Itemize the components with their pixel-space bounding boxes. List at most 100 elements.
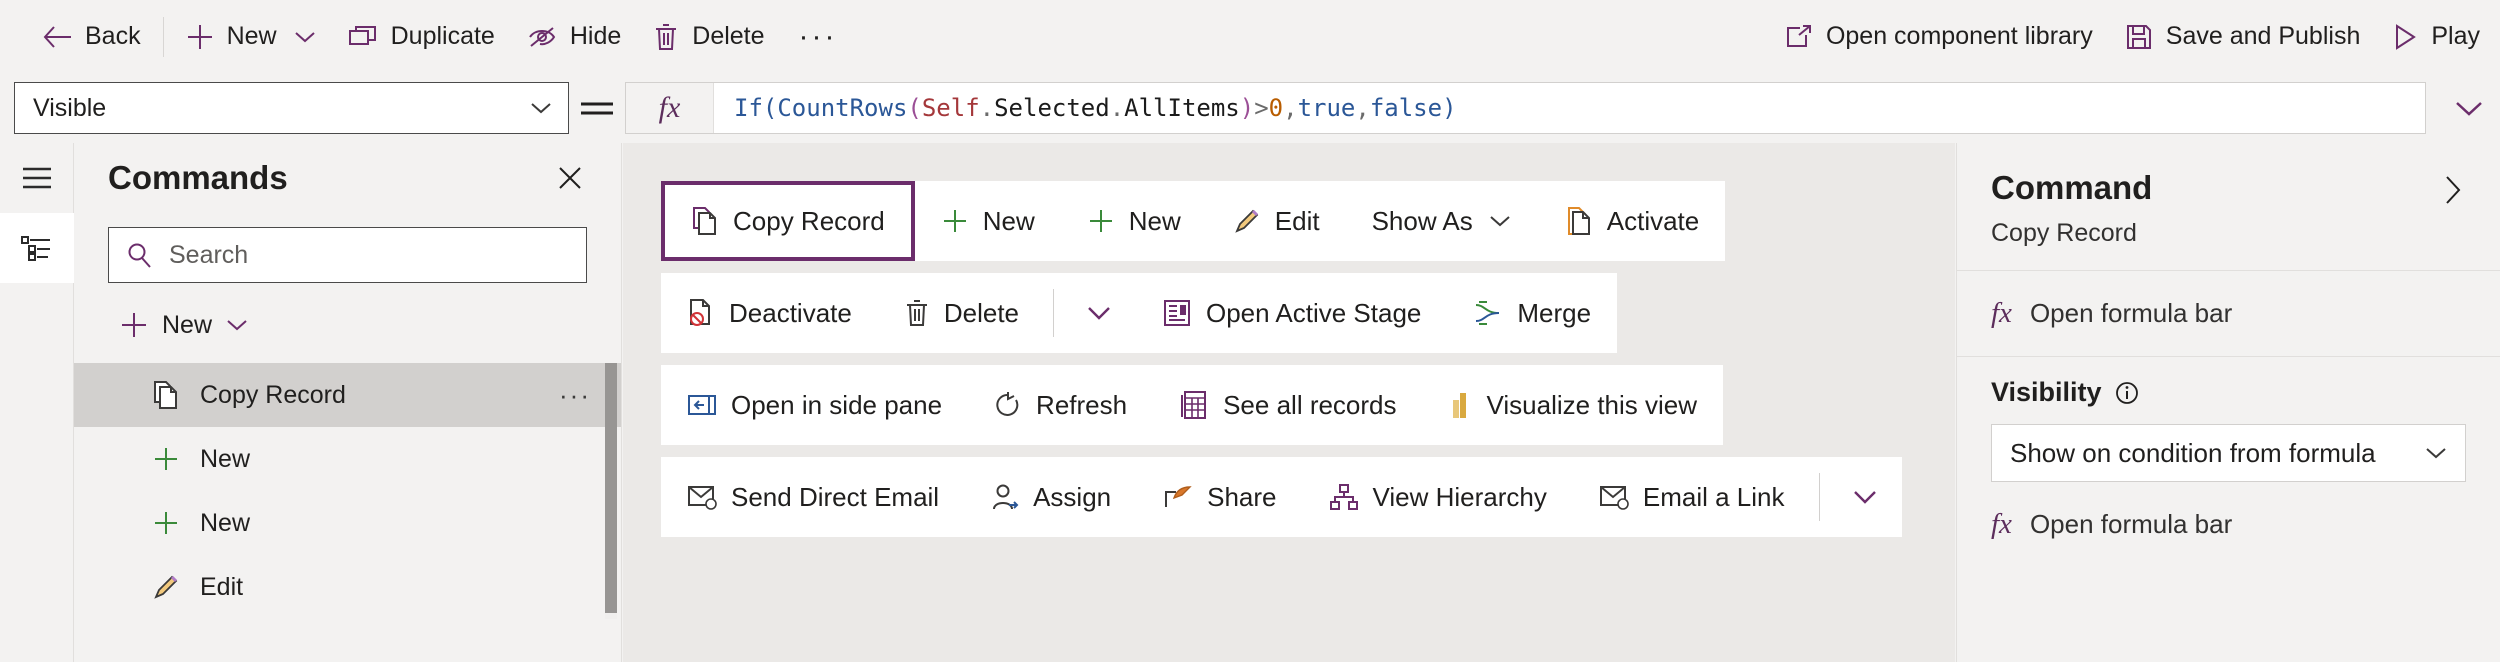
visibility-group: Visibility Show on condition from formul… bbox=[1957, 357, 2500, 482]
canvas-command-bar-row-2: Deactivate Delete Open Active Stage Merg… bbox=[661, 273, 1618, 353]
canvas-row4-overflow-chevron[interactable] bbox=[1828, 457, 1902, 537]
hide-button[interactable]: Hide bbox=[511, 9, 637, 65]
canvas-row2-overflow-chevron[interactable] bbox=[1062, 273, 1136, 353]
top-bar-right-group: Open component library Save and Publish … bbox=[1769, 9, 2500, 65]
canvas-see-all-records-button[interactable]: See all records bbox=[1153, 365, 1422, 445]
property-select-value: Visible bbox=[33, 93, 107, 122]
duplicate-icon bbox=[348, 24, 378, 50]
close-icon[interactable] bbox=[547, 155, 593, 201]
search-icon bbox=[125, 241, 153, 269]
deactivate-icon bbox=[687, 298, 715, 328]
properties-panel-header: Command bbox=[1957, 143, 2500, 211]
search-input-placeholder: Search bbox=[169, 240, 249, 269]
canvas-merge-button[interactable]: Merge bbox=[1447, 273, 1617, 353]
more-options-button[interactable]: ··· bbox=[781, 9, 856, 65]
play-button[interactable]: Play bbox=[2376, 9, 2496, 65]
toolbar-divider bbox=[162, 16, 164, 57]
canvas-delete-button[interactable]: Delete bbox=[878, 273, 1045, 353]
assign-person-icon bbox=[991, 483, 1019, 511]
duplicate-button[interactable]: Duplicate bbox=[332, 9, 511, 65]
canvas-activate-label: Activate bbox=[1606, 205, 1700, 236]
trash-icon bbox=[653, 23, 679, 51]
side-pane-icon bbox=[687, 393, 717, 417]
canvas-refresh-button[interactable]: Refresh bbox=[968, 365, 1153, 445]
delete-button[interactable]: Delete bbox=[637, 9, 780, 65]
property-select[interactable]: Visible bbox=[14, 82, 569, 134]
play-triangle-icon bbox=[2392, 23, 2418, 51]
visibility-open-formula-bar-label: Open formula bar bbox=[2029, 509, 2233, 539]
copy-record-icon bbox=[691, 206, 719, 236]
canvas-edit-button[interactable]: Edit bbox=[1207, 181, 1346, 261]
tree-view-icon[interactable] bbox=[0, 213, 74, 283]
visualize-chart-icon bbox=[1449, 390, 1473, 420]
play-button-label: Play bbox=[2431, 22, 2480, 50]
new-button[interactable]: New bbox=[170, 9, 332, 65]
share-icon bbox=[1163, 484, 1193, 510]
chevron-down-icon bbox=[528, 100, 554, 116]
open-component-library-button[interactable]: Open component library bbox=[1769, 9, 2109, 65]
canvas-open-in-side-pane-label: Open in side pane bbox=[731, 389, 943, 420]
canvas-deactivate-label: Deactivate bbox=[729, 297, 852, 328]
visibility-label-row: Visibility bbox=[1991, 377, 2466, 408]
hamburger-menu-icon[interactable] bbox=[0, 143, 74, 213]
canvas-command-bar-row-4: Send Direct Email Assign Share View Hier… bbox=[661, 457, 1902, 537]
canvas-show-as-button[interactable]: Show As bbox=[1346, 181, 1539, 261]
panel-new-command-button[interactable]: New bbox=[108, 299, 260, 351]
commands-list-scrollbar-thumb[interactable] bbox=[605, 363, 617, 613]
canvas-assign-button[interactable]: Assign bbox=[965, 457, 1137, 537]
list-item[interactable]: New bbox=[74, 491, 621, 555]
action-open-formula-bar-label: Open formula bar bbox=[2029, 298, 2233, 328]
canvas-row2-divider bbox=[1053, 289, 1054, 337]
formula-bar-expand-button[interactable] bbox=[2438, 98, 2500, 118]
info-icon[interactable] bbox=[2114, 380, 2140, 406]
plus-green-icon bbox=[1087, 207, 1115, 235]
canvas-email-a-link-button[interactable]: Email a Link bbox=[1573, 457, 1811, 537]
chevron-right-icon[interactable] bbox=[2436, 169, 2470, 211]
save-disk-icon bbox=[2125, 23, 2153, 51]
canvas-share-button[interactable]: Share bbox=[1137, 457, 1302, 537]
fx-icon: fx bbox=[1991, 297, 2012, 329]
list-item[interactable]: Edit bbox=[74, 555, 621, 619]
list-item-label: New bbox=[200, 508, 251, 537]
back-button[interactable]: Back bbox=[26, 9, 157, 65]
formula-input-box[interactable]: fx If(CountRows(Self. Selected. AllItems) >… bbox=[625, 82, 2426, 134]
canvas-open-active-stage-label: Open Active Stage bbox=[1206, 297, 1422, 328]
visibility-select[interactable]: Show on condition from formula bbox=[1991, 424, 2466, 482]
back-arrow-icon bbox=[42, 24, 72, 50]
canvas-new-button-2[interactable]: New bbox=[1061, 181, 1207, 261]
canvas-command-bar-row-3: Open in side pane Refresh See all record… bbox=[661, 365, 1724, 445]
canvas-copy-record-button[interactable]: Copy Record bbox=[661, 181, 915, 261]
visibility-open-formula-bar-button[interactable]: fx Open formula bar bbox=[1957, 482, 2500, 567]
canvas-activate-button[interactable]: Activate bbox=[1539, 181, 1726, 261]
chevron-down-icon bbox=[1487, 213, 1513, 229]
plus-icon bbox=[186, 23, 214, 51]
left-icon-rail bbox=[0, 143, 74, 662]
panel-new-command-label: New bbox=[162, 310, 213, 339]
top-command-bar: Back New Duplicate Hide Delete ··· Open … bbox=[0, 0, 2500, 73]
chevron-down-icon bbox=[2423, 445, 2449, 461]
merge-icon bbox=[1473, 299, 1503, 327]
canvas-deactivate-button[interactable]: Deactivate bbox=[661, 273, 878, 353]
canvas-new-label-2: New bbox=[1128, 205, 1181, 236]
copy-record-icon bbox=[152, 380, 180, 410]
list-item[interactable]: Copy Record ··· bbox=[74, 363, 621, 427]
list-item-more-icon[interactable]: ··· bbox=[559, 380, 591, 411]
formula-bar-row: Visible fx If(CountRows(Self. Selected. Al… bbox=[0, 73, 2500, 143]
canvas-row4-divider bbox=[1818, 473, 1820, 521]
canvas-send-direct-email-button[interactable]: Send Direct Email bbox=[661, 457, 965, 537]
refresh-icon bbox=[994, 391, 1022, 419]
action-open-formula-bar-button[interactable]: fx Open formula bar bbox=[1957, 271, 2500, 356]
canvas-see-all-records-label: See all records bbox=[1223, 389, 1397, 420]
canvas-view-hierarchy-button[interactable]: View Hierarchy bbox=[1303, 457, 1573, 537]
save-and-publish-button[interactable]: Save and Publish bbox=[2109, 9, 2377, 65]
list-item[interactable]: New bbox=[74, 427, 621, 491]
search-input[interactable]: Search bbox=[108, 227, 587, 283]
canvas-edit-label: Edit bbox=[1274, 205, 1320, 236]
canvas-new-button-1[interactable]: New bbox=[915, 181, 1061, 261]
formula-text[interactable]: If(CountRows(Self. Selected. AllItems) >0, t… bbox=[714, 83, 2425, 133]
hide-button-label: Hide bbox=[569, 22, 622, 50]
canvas-open-in-side-pane-button[interactable]: Open in side pane bbox=[661, 365, 968, 445]
canvas-visualize-this-view-button[interactable]: Visualize this view bbox=[1423, 365, 1724, 445]
canvas-open-active-stage-button[interactable]: Open Active Stage bbox=[1136, 273, 1447, 353]
list-item-label: Copy Record bbox=[200, 380, 346, 409]
